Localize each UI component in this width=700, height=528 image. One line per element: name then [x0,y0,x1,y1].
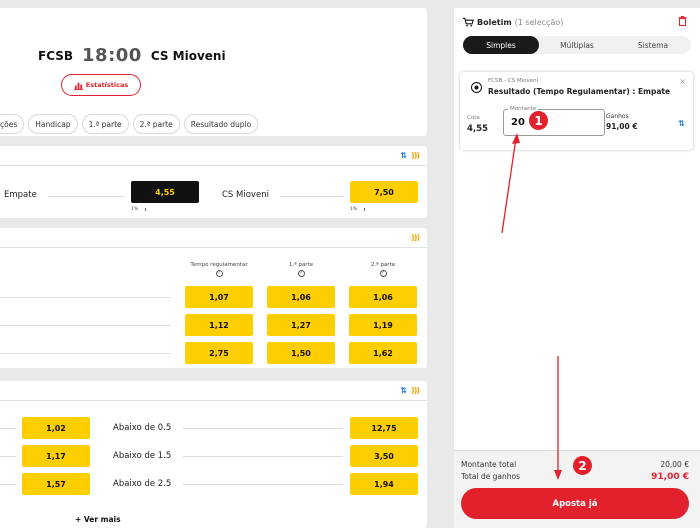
odd-row1-regular[interactable]: 1,07 [185,286,253,308]
chip-handicap[interactable]: Handicap [28,114,78,134]
betslip-title: Boletim (1 selecção) [463,17,563,27]
statistics-label: Estatísticas [85,81,129,89]
away-odd-button[interactable]: 7,50 [350,181,418,203]
see-more-link[interactable]: + Ver mais [75,515,121,524]
help-icon[interactable]: ? [379,270,387,277]
tab-sistema[interactable]: Sistema [615,36,691,54]
tab-simples[interactable]: Simples [463,36,539,54]
goals-market-header: ⇅ ))) [0,381,427,401]
bet-type-tabs: Simples Múltiplas Sistema [463,36,691,54]
draw-pct: 1% [131,207,139,212]
statistics-button[interactable]: Estatísticas [61,74,141,96]
over-odd-1[interactable]: 1,02 [22,417,90,439]
betslip-title-text: Boletim [477,17,512,27]
help-icon[interactable]: ? [215,270,223,277]
fire-icon: ))) [411,386,420,395]
chip-second-half[interactable]: 2.ª parte [132,114,180,134]
place-bet-button[interactable]: Aposta já [461,488,689,519]
swap-icon[interactable]: ⇅ [400,151,407,160]
total-winnings-label: Total de ganhos [461,472,521,481]
over-odd-2[interactable]: 1,17 [22,445,90,467]
annotation-step-1: 1 [529,111,548,130]
help-icon[interactable]: ? [297,270,305,277]
chip-first-half[interactable]: 1.ª parte [81,114,129,134]
col-header-regular: Tempo regulamentar ? [190,262,248,277]
winnings-label: Ganhos [606,113,629,120]
draw-odd-button[interactable]: 4,55 [131,181,199,203]
over-odd-3[interactable]: 1,57 [22,473,90,495]
draw-label: Empate [4,190,37,200]
under-odd-3[interactable]: 1,94 [350,473,418,495]
betslip-panel: Boletim (1 selecção) Simples Múltiplas S… [454,8,700,528]
bar-chart-icon [73,82,83,90]
betslip-count: (1 selecção) [514,17,564,27]
under-label-3: Abaixo de 2.5 [113,479,172,489]
under-label-2: Abaixo de 1.5 [113,451,172,461]
result-market-card: ⇅ ))) Empate 4,55 1% CS Mioveni 7,50 1% [0,146,427,218]
col-header-first-half: 1.ª parte ? [288,262,314,277]
close-icon[interactable]: × [679,77,686,86]
odd-row3-second-half[interactable]: 1,62 [349,342,417,364]
cart-icon [463,17,474,27]
fire-icon: ))) [411,233,420,242]
odd-row3-regular[interactable]: 2,75 [185,342,253,364]
match-teams: FCSB 18:00 CS Mioveni [38,45,226,66]
chip-double-result[interactable]: Resultado duplo [183,114,259,134]
double-market-card: ))) Tempo regulamentar ? 1.ª parte ? 2.ª… [0,228,427,368]
odd-row1-first-half[interactable]: 1,06 [267,286,335,308]
selection-card: FCSB - CS Mioveni Resultado (Tempo Regul… [460,72,693,150]
odd-row2-regular[interactable]: 1,12 [185,314,253,336]
odd-row3-first-half[interactable]: 1,50 [267,342,335,364]
odd-label: Cota [467,115,480,121]
under-odd-1[interactable]: 12,75 [350,417,418,439]
trash-icon[interactable] [678,16,687,29]
odd-row2-second-half[interactable]: 1,19 [349,314,417,336]
winnings-value: 91,00 € [606,122,638,131]
chip-options[interactable]: ções [0,114,25,134]
fire-icon: ))) [411,151,420,160]
tab-multiplas[interactable]: Múltiplas [539,36,615,54]
selection-market: Resultado (Tempo Regulamentar) : Empate [488,87,671,96]
total-winnings-row: Total de ganhos 91,00 € [461,472,689,482]
annotation-step-2: 2 [573,456,592,475]
odd-row2-first-half[interactable]: 1,27 [267,314,335,336]
away-label: CS Mioveni [222,190,269,200]
odd-value: 4,55 [467,124,488,134]
result-market-header: ⇅ ))) [0,146,427,166]
under-label-1: Abaixo de 0.5 [113,423,172,433]
football-icon [471,82,482,93]
swap-icon[interactable]: ⇅ [400,386,407,395]
double-market-header: ))) [0,228,427,248]
col-header-second-half: 2.ª parte ? [370,262,396,277]
total-winnings-value: 91,00 € [651,472,689,482]
away-pct: 1% [350,207,358,212]
goals-market-card: ⇅ ))) 1,02 Abaixo de 0.5 12,75 1,17 Abai… [0,381,427,528]
home-team: FCSB [38,48,74,63]
total-stake-value: 20,00 € [660,460,689,469]
match-panel: FCSB 18:00 CS Mioveni Estatísticas ções … [0,0,427,528]
selection-teams: FCSB - CS Mioveni [488,78,539,84]
market-chips: ções Handicap 1.ª parte 2.ª parte Result… [0,114,259,134]
under-odd-2[interactable]: 3,50 [350,445,418,467]
away-team: CS Mioveni [150,48,226,63]
odd-row1-second-half[interactable]: 1,06 [349,286,417,308]
match-time: 18:00 [82,45,142,66]
total-stake-label: Montante total [461,460,517,469]
stake-field[interactable]: Montante [503,106,605,136]
swap-icon[interactable]: ⇅ [678,119,685,128]
match-header-card: FCSB 18:00 CS Mioveni Estatísticas ções … [0,8,427,136]
